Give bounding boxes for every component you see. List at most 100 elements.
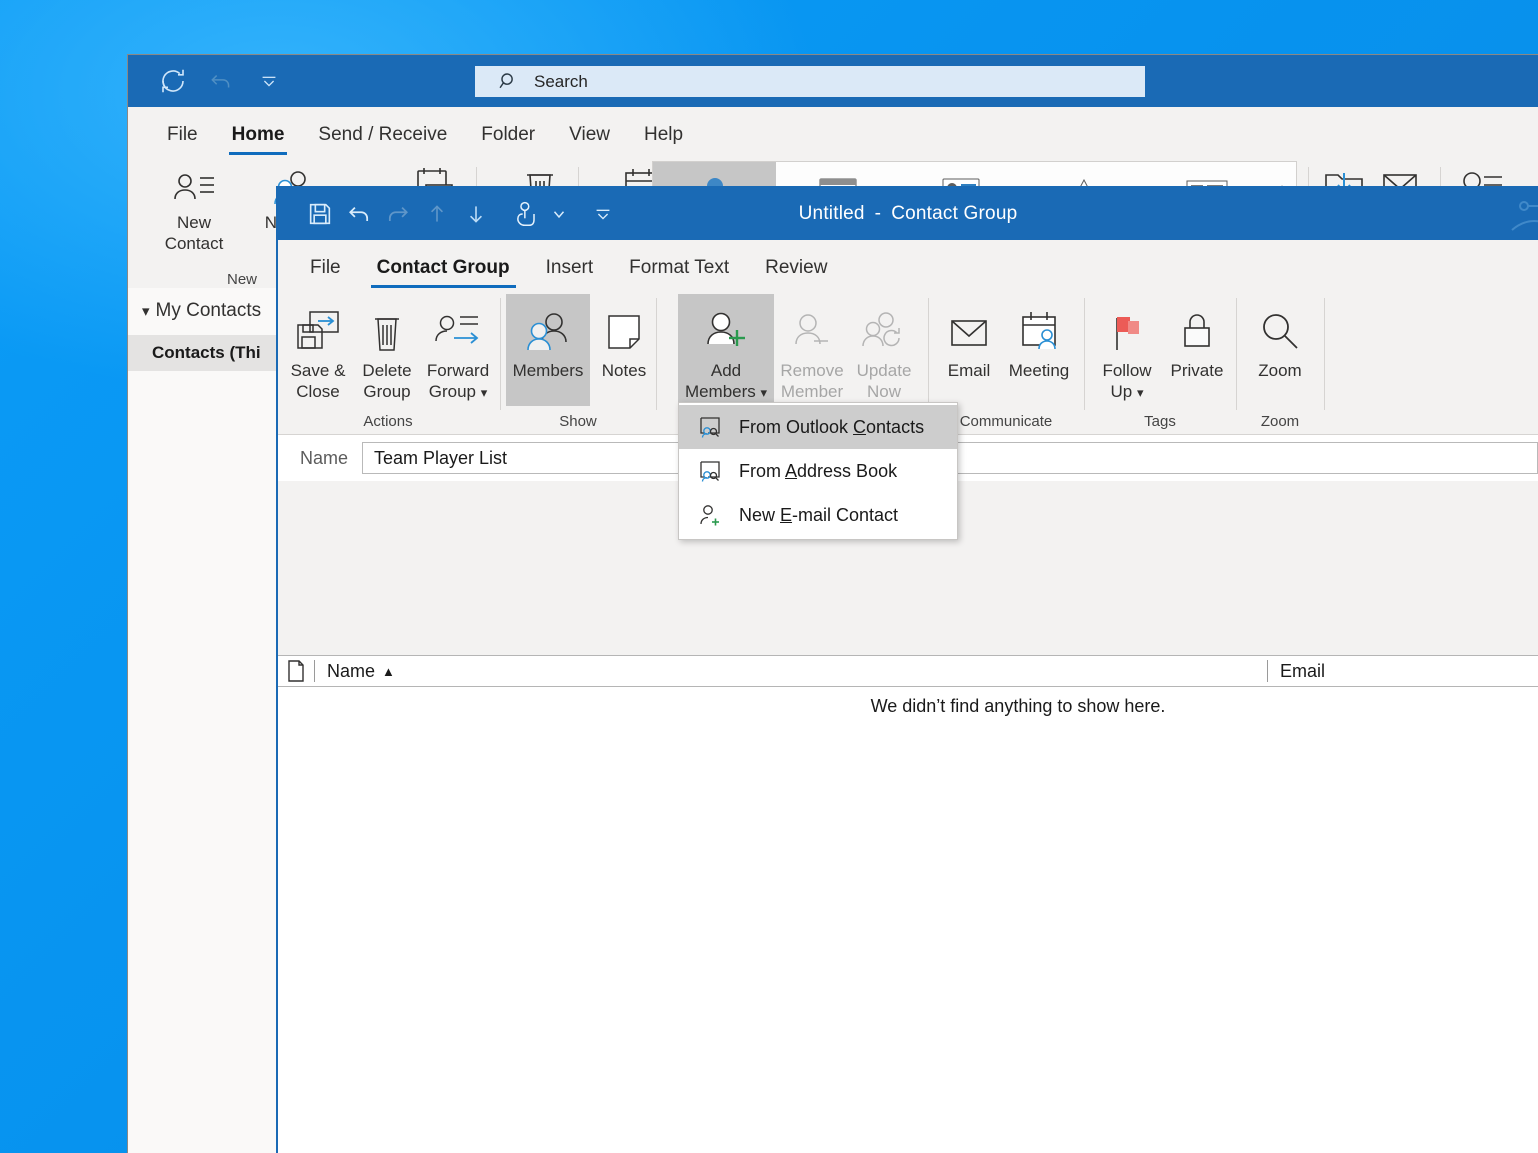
sort-ascending-icon: ▲ — [382, 663, 395, 679]
tab-file[interactable]: File — [150, 124, 215, 155]
send-receive-all-icon[interactable] — [156, 64, 190, 98]
undo-icon[interactable] — [204, 64, 238, 98]
customize-quick-access-toolbar-icon[interactable] — [252, 64, 286, 98]
private-button[interactable]: Private — [1162, 294, 1232, 381]
update-now-button: Update Now — [850, 294, 918, 403]
add-members-button[interactable]: Add Members ▾ — [678, 294, 774, 406]
delete-group-icon — [365, 300, 409, 356]
window-title-separator: - — [874, 203, 882, 224]
new-email-contact-label: New E-mail Contact — [739, 504, 899, 525]
ribbon-group-label-tags: Tags — [1144, 413, 1176, 430]
zoom-label: Zoom — [1258, 361, 1302, 380]
empty-state-message: We didn’t find anything to show here. — [870, 696, 1166, 716]
meeting-icon — [1013, 300, 1065, 356]
outlook-search-placeholder: Search — [534, 71, 588, 91]
contact-group-window: Untitled - Contact Group File Contact Gr… — [276, 186, 1538, 1153]
name-column-header[interactable]: Name ▲ — [315, 656, 1267, 686]
outlook-search-bar[interactable]: Search — [475, 66, 1145, 97]
tab-home[interactable]: Home — [215, 124, 302, 155]
meeting-button[interactable]: Meeting — [1000, 294, 1078, 381]
customize-quick-access-toolbar-icon[interactable] — [585, 196, 621, 232]
follow-up-label-line1: Follow — [1102, 361, 1152, 380]
save-and-close-icon — [292, 300, 344, 356]
delete-group-label-line1: Delete — [362, 361, 412, 380]
my-contacts-label: My Contacts — [155, 300, 262, 321]
email-icon — [944, 300, 994, 356]
outlook-quick-access-toolbar — [128, 64, 286, 98]
tab-view[interactable]: View — [552, 124, 627, 155]
outlook-title-bar: Search — [128, 55, 1538, 107]
outlook-ribbon-tabs: File Home Send / Receive Folder View Hel… — [128, 107, 1538, 155]
save-and-close-button[interactable]: Save & Close — [284, 294, 352, 403]
add-members-icon — [700, 300, 752, 356]
contact-group-title-bar: Untitled - Contact Group — [278, 188, 1538, 240]
lock-icon — [1175, 300, 1219, 356]
tab-file[interactable]: File — [292, 257, 359, 288]
redo-icon — [380, 196, 416, 232]
forward-group-icon — [432, 300, 484, 356]
tab-insert[interactable]: Insert — [528, 257, 612, 288]
window-title-suffix: Contact Group — [891, 203, 1018, 224]
save-icon[interactable] — [302, 196, 338, 232]
new-contact-label-line1: New — [176, 213, 211, 232]
previous-item-icon — [419, 196, 455, 232]
address-card-search-icon — [697, 414, 723, 440]
touch-mode-icon[interactable] — [509, 196, 545, 232]
ribbon-group-label-show: Show — [559, 413, 597, 430]
ribbon-group-zoom: Zoom Zoom — [1238, 288, 1322, 434]
forward-group-button[interactable]: Forward Group ▾ — [420, 294, 496, 403]
save-and-close-label-line2: Close — [296, 382, 340, 402]
meeting-label: Meeting — [1008, 361, 1070, 380]
update-now-label-line2: Now — [866, 382, 901, 402]
from-address-book-item[interactable]: From Address Book — [679, 449, 957, 493]
follow-up-button[interactable]: Follow Up ▾ — [1092, 294, 1162, 403]
follow-up-flag-icon — [1105, 300, 1149, 356]
delete-group-button[interactable]: Delete Group — [354, 294, 420, 403]
new-email-contact-item[interactable]: New E-mail Contact — [679, 493, 957, 537]
members-grid-header: Name ▲ Email — [278, 655, 1538, 687]
contact-group-ribbon-tabs: File Contact Group Insert Format Text Re… — [278, 240, 1538, 288]
tab-help[interactable]: Help — [627, 124, 700, 155]
tab-send-receive[interactable]: Send / Receive — [301, 124, 464, 155]
tab-contact-group[interactable]: Contact Group — [359, 257, 528, 288]
chevron-down-icon[interactable]: ▾ — [1137, 385, 1144, 400]
email-label: Email — [947, 361, 991, 380]
next-item-icon[interactable] — [458, 196, 494, 232]
notes-button[interactable]: Notes — [594, 294, 654, 381]
forward-group-label-line2: Group ▾ — [428, 382, 488, 402]
tab-review[interactable]: Review — [747, 257, 845, 288]
members-button[interactable]: Members — [506, 294, 590, 406]
my-contacts-header[interactable]: ▾ My Contacts — [128, 288, 278, 322]
members-label: Members — [512, 361, 584, 380]
ribbon-group-actions: Save & Close Delete Group Forward Group … — [278, 288, 498, 434]
from-outlook-contacts-item[interactable]: From Outlook Contacts — [679, 405, 957, 449]
members-grid: Name ▲ Email We didn’t find anything to … — [278, 655, 1538, 1153]
zoom-button[interactable]: Zoom — [1242, 294, 1318, 381]
icon-column-header[interactable] — [278, 656, 314, 686]
from-outlook-contacts-label: From Outlook Contacts — [739, 416, 925, 437]
remove-member-button: Remove Member — [776, 294, 848, 403]
new-contact-button[interactable]: New Contact — [144, 163, 244, 254]
undo-icon[interactable] — [341, 196, 377, 232]
ribbon-group-label-actions: Actions — [363, 413, 413, 430]
tab-format-text[interactable]: Format Text — [611, 257, 747, 288]
remove-member-icon — [788, 300, 836, 356]
ribbon-group-show: Members Notes Show — [502, 288, 654, 434]
from-address-book-label: From Address Book — [739, 460, 898, 481]
delete-group-label-line2: Group — [363, 382, 411, 402]
members-icon — [522, 300, 574, 356]
window-decoration — [1511, 201, 1538, 231]
new-contact-icon — [697, 502, 723, 528]
email-button[interactable]: Email — [938, 294, 1000, 381]
sidebar-item-contacts[interactable]: Contacts (Thi — [128, 335, 278, 371]
notes-icon — [601, 300, 647, 356]
add-members-label-line2: Members ▾ — [684, 382, 768, 402]
chevron-down-icon[interactable]: ▾ — [481, 385, 488, 400]
ribbon-group-label-zoom: Zoom — [1260, 413, 1300, 430]
touch-mode-dropdown-icon[interactable] — [548, 196, 570, 232]
tab-folder[interactable]: Folder — [464, 124, 552, 155]
chevron-down-icon[interactable]: ▾ — [761, 385, 768, 400]
address-card-search-icon — [697, 458, 723, 484]
outlook-navigation-pane: ▾ My Contacts Contacts (Thi — [128, 288, 279, 1153]
email-column-header[interactable]: Email — [1268, 656, 1538, 686]
